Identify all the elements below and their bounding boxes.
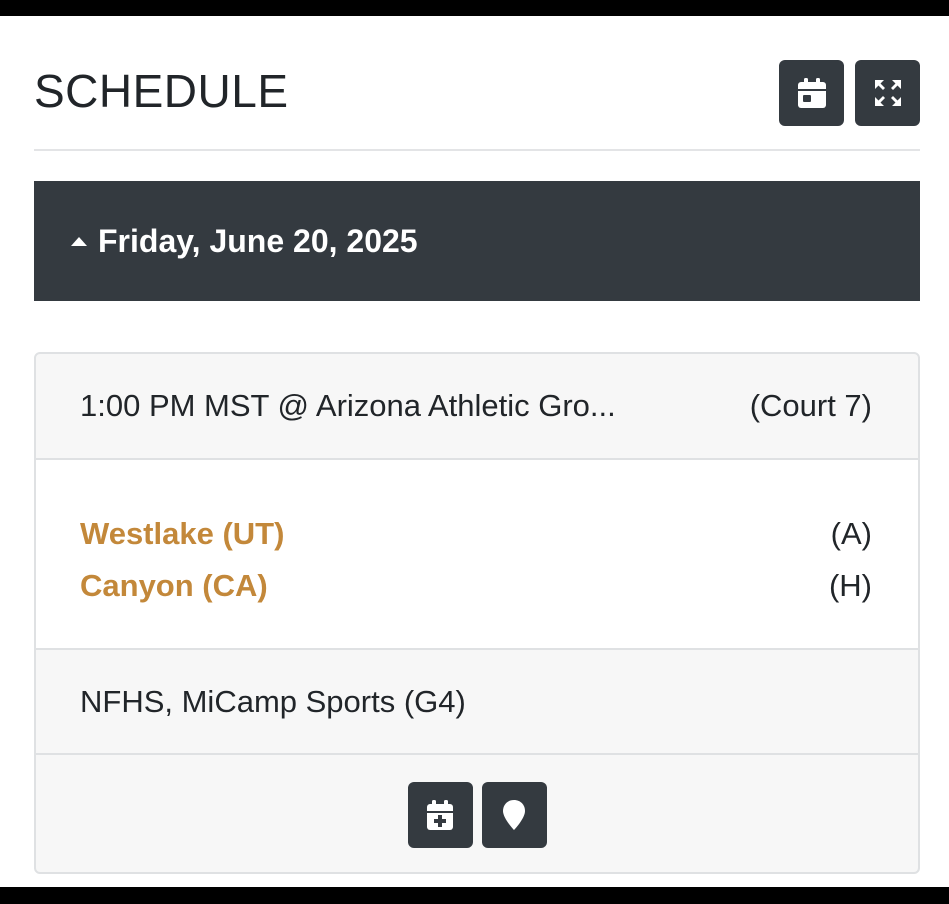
calendar-icon — [797, 78, 826, 108]
game-info: NFHS, MiCamp Sports (G4) — [36, 650, 918, 755]
calendar-plus-icon — [427, 799, 453, 830]
team-row: Canyon (CA) (H) — [80, 560, 872, 612]
game-info-text: NFHS, MiCamp Sports (G4) — [80, 683, 466, 719]
day-label: Friday, June 20, 2025 — [98, 222, 418, 259]
schedule-panel: SCHEDULE Friday, June 20, 2025 1:00 PM M… — [0, 16, 949, 887]
calendar-button[interactable] — [779, 60, 844, 126]
map-location-button[interactable] — [481, 781, 547, 848]
game-teams: Westlake (UT) (A) Canyon (CA) (H) — [36, 460, 918, 650]
schedule-header: SCHEDULE — [34, 16, 920, 151]
team-row: Westlake (UT) (A) — [80, 508, 872, 560]
game-card-header: 1:00 PM MST @ Arizona Athletic Gro... (C… — [36, 354, 918, 460]
map-marker-icon — [503, 799, 525, 830]
caret-up-icon — [71, 237, 87, 246]
day-header-toggle[interactable]: Friday, June 20, 2025 — [34, 181, 920, 301]
game-time-location: 1:00 PM MST @ Arizona Athletic Gro... — [80, 388, 616, 423]
team-side: (H) — [828, 568, 872, 603]
game-card: 1:00 PM MST @ Arizona Athletic Gro... (C… — [34, 352, 920, 874]
team-side: (A) — [830, 516, 872, 551]
game-actions — [36, 755, 918, 872]
add-to-calendar-button[interactable] — [407, 781, 473, 848]
expand-arrows-icon — [874, 80, 901, 106]
page-title: SCHEDULE — [34, 65, 289, 117]
fullscreen-button[interactable] — [855, 60, 920, 126]
team-name-link[interactable]: Westlake (UT) — [80, 516, 284, 552]
game-court: (Court 7) — [749, 388, 872, 423]
team-name-link[interactable]: Canyon (CA) — [80, 568, 268, 604]
